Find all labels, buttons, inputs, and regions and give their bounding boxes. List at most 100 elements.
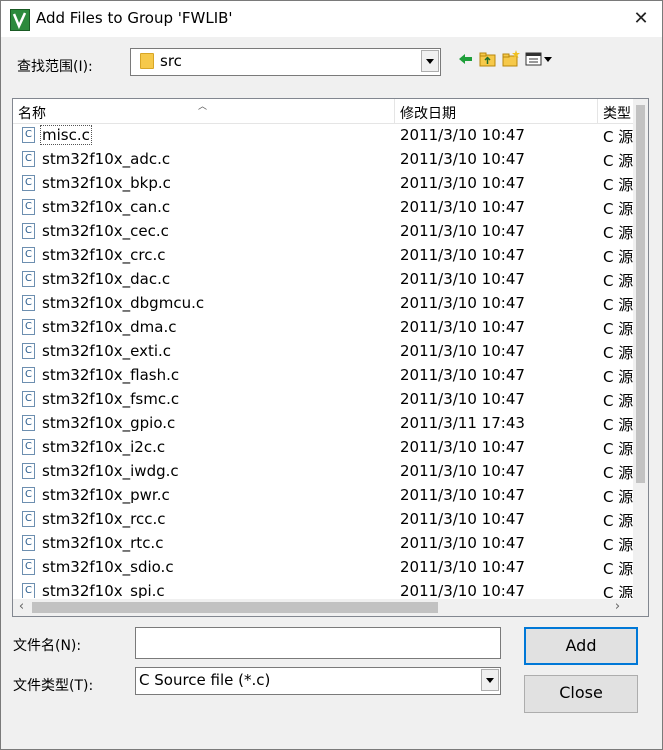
filetype-combo[interactable]: C Source file (*.c) <box>135 667 501 695</box>
file-row[interactable]: Cstm32f10x_crc.c 2011/3/10 10:47 C 源 <box>13 244 633 268</box>
filename-input[interactable] <box>135 627 501 659</box>
chevron-down-icon[interactable] <box>481 669 499 691</box>
close-button[interactable]: Close <box>524 675 638 713</box>
file-type: C 源 <box>603 248 633 266</box>
file-date: 2011/3/10 10:47 <box>400 390 525 408</box>
file-date: 2011/3/10 10:47 <box>400 534 525 552</box>
add-button[interactable]: Add <box>524 627 638 665</box>
c-file-icon: C <box>22 391 35 407</box>
new-folder-icon[interactable] <box>501 49 521 69</box>
file-date: 2011/3/10 10:47 <box>400 246 525 264</box>
horizontal-scrollbar[interactable]: ‹ › <box>13 599 633 616</box>
c-file-icon: C <box>22 295 35 311</box>
file-row[interactable]: Cstm32f10x_cec.c 2011/3/10 10:47 C 源 <box>13 220 633 244</box>
file-row[interactable]: Cstm32f10x_i2c.c 2011/3/10 10:47 C 源 <box>13 436 633 460</box>
close-window-icon[interactable]: ✕ <box>621 1 661 37</box>
file-date: 2011/3/10 10:47 <box>400 126 525 144</box>
add-button-label: Add <box>565 636 597 655</box>
c-file-icon: C <box>22 367 35 383</box>
file-name: stm32f10x_adc.c <box>42 150 171 168</box>
vertical-scroll-thumb[interactable] <box>636 105 645 483</box>
file-row[interactable]: Cstm32f10x_dma.c 2011/3/10 10:47 C 源 <box>13 316 633 340</box>
window-title: Add Files to Group 'FWLIB' <box>36 9 233 27</box>
look-in-value: src <box>160 52 182 70</box>
file-date: 2011/3/10 10:47 <box>400 438 525 456</box>
back-arrow-icon[interactable] <box>456 49 476 69</box>
c-file-icon: C <box>22 175 35 191</box>
file-row[interactable]: Cstm32f10x_rcc.c 2011/3/10 10:47 C 源 <box>13 508 633 532</box>
sort-ascending-icon: ︿ <box>198 102 208 112</box>
folder-icon <box>140 53 154 69</box>
file-row[interactable]: Cstm32f10x_dac.c 2011/3/10 10:47 C 源 <box>13 268 633 292</box>
file-type: C 源 <box>603 392 633 410</box>
chevron-down-icon[interactable] <box>421 50 439 72</box>
file-row[interactable]: Cstm32f10x_dbgmcu.c 2011/3/10 10:47 C 源 <box>13 292 633 316</box>
column-header-type[interactable]: 类型 <box>603 103 631 123</box>
file-name: stm32f10x_dma.c <box>42 318 177 336</box>
view-menu-icon[interactable] <box>525 49 555 69</box>
up-folder-icon[interactable] <box>478 49 498 69</box>
file-type: C 源 <box>603 320 633 338</box>
c-file-icon: C <box>22 535 35 551</box>
file-type: C 源 <box>603 176 633 194</box>
c-file-icon: C <box>22 487 35 503</box>
file-row[interactable]: Cstm32f10x_sdio.c 2011/3/10 10:47 C 源 <box>13 556 633 580</box>
file-row[interactable]: Cstm32f10x_gpio.c 2011/3/11 17:43 C 源 <box>13 412 633 436</box>
file-date: 2011/3/10 10:47 <box>400 294 525 312</box>
horizontal-scroll-thumb[interactable] <box>32 602 438 613</box>
file-date: 2011/3/10 10:47 <box>400 222 525 240</box>
file-name: stm32f10x_can.c <box>42 198 171 216</box>
file-list[interactable]: ︿ 名称 修改日期 类型 Cmisc.c 2011/3/10 10:47 C 源Cs… <box>12 98 649 617</box>
c-file-icon: C <box>22 415 35 431</box>
file-name: misc.c <box>40 125 92 145</box>
file-name: stm32f10x_flash.c <box>42 366 180 384</box>
c-file-icon: C <box>22 319 35 335</box>
file-name: stm32f10x_iwdg.c <box>42 462 179 480</box>
file-row[interactable]: Cstm32f10x_rtc.c 2011/3/10 10:47 C 源 <box>13 532 633 556</box>
file-type: C 源 <box>603 296 633 314</box>
file-row[interactable]: Cstm32f10x_exti.c 2011/3/10 10:47 C 源 <box>13 340 633 364</box>
file-row[interactable]: Cstm32f10x_fsmc.c 2011/3/10 10:47 C 源 <box>13 388 633 412</box>
file-row[interactable]: Cstm32f10x_spi.c 2011/3/10 10:47 C 源 <box>13 580 633 598</box>
file-date: 2011/3/10 10:47 <box>400 510 525 528</box>
file-type: C 源 <box>603 200 633 218</box>
c-file-icon: C <box>22 511 35 527</box>
file-row[interactable]: Cstm32f10x_bkp.c 2011/3/10 10:47 C 源 <box>13 172 633 196</box>
file-date: 2011/3/10 10:47 <box>400 174 525 192</box>
c-file-icon: C <box>22 127 35 143</box>
file-name: stm32f10x_exti.c <box>42 342 172 360</box>
c-file-icon: C <box>22 151 35 167</box>
file-row[interactable]: Cstm32f10x_pwr.c 2011/3/10 10:47 C 源 <box>13 484 633 508</box>
scroll-left-icon[interactable]: ‹ <box>13 599 30 616</box>
file-type: C 源 <box>603 440 633 458</box>
file-date: 2011/3/10 10:47 <box>400 582 525 598</box>
file-row[interactable]: Cstm32f10x_flash.c 2011/3/10 10:47 C 源 <box>13 364 633 388</box>
file-date: 2011/3/10 10:47 <box>400 558 525 576</box>
column-header-name[interactable]: 名称 <box>18 103 46 123</box>
vertical-scrollbar[interactable] <box>633 99 648 599</box>
file-name: stm32f10x_pwr.c <box>42 486 170 504</box>
look-in-combo[interactable]: src <box>130 48 441 76</box>
file-date: 2011/3/10 10:47 <box>400 318 525 336</box>
c-file-icon: C <box>22 343 35 359</box>
file-name: stm32f10x_spi.c <box>42 582 165 598</box>
keil-app-icon <box>10 9 30 31</box>
filetype-label: 文件类型(T): <box>13 678 94 694</box>
file-date: 2011/3/10 10:47 <box>400 462 525 480</box>
file-row[interactable]: Cmisc.c 2011/3/10 10:47 C 源 <box>13 124 633 148</box>
c-file-icon: C <box>22 199 35 215</box>
file-row[interactable]: Cstm32f10x_adc.c 2011/3/10 10:47 C 源 <box>13 148 633 172</box>
c-file-icon: C <box>22 559 35 575</box>
file-date: 2011/3/10 10:47 <box>400 150 525 168</box>
look-in-label: 查找范围(I): <box>17 59 93 75</box>
file-type: C 源 <box>603 272 633 290</box>
scroll-right-icon[interactable]: › <box>609 599 626 616</box>
title-bar: Add Files to Group 'FWLIB' ✕ <box>1 1 662 37</box>
file-type: C 源 <box>603 344 633 362</box>
column-header-date[interactable]: 修改日期 <box>400 103 456 123</box>
c-file-icon: C <box>22 223 35 239</box>
file-row[interactable]: Cstm32f10x_iwdg.c 2011/3/10 10:47 C 源 <box>13 460 633 484</box>
file-rows: Cmisc.c 2011/3/10 10:47 C 源 Cstm32f10x_adc.… <box>13 124 633 598</box>
file-row[interactable]: Cstm32f10x_can.c 2011/3/10 10:47 C 源 <box>13 196 633 220</box>
file-name: stm32f10x_bkp.c <box>42 174 171 192</box>
